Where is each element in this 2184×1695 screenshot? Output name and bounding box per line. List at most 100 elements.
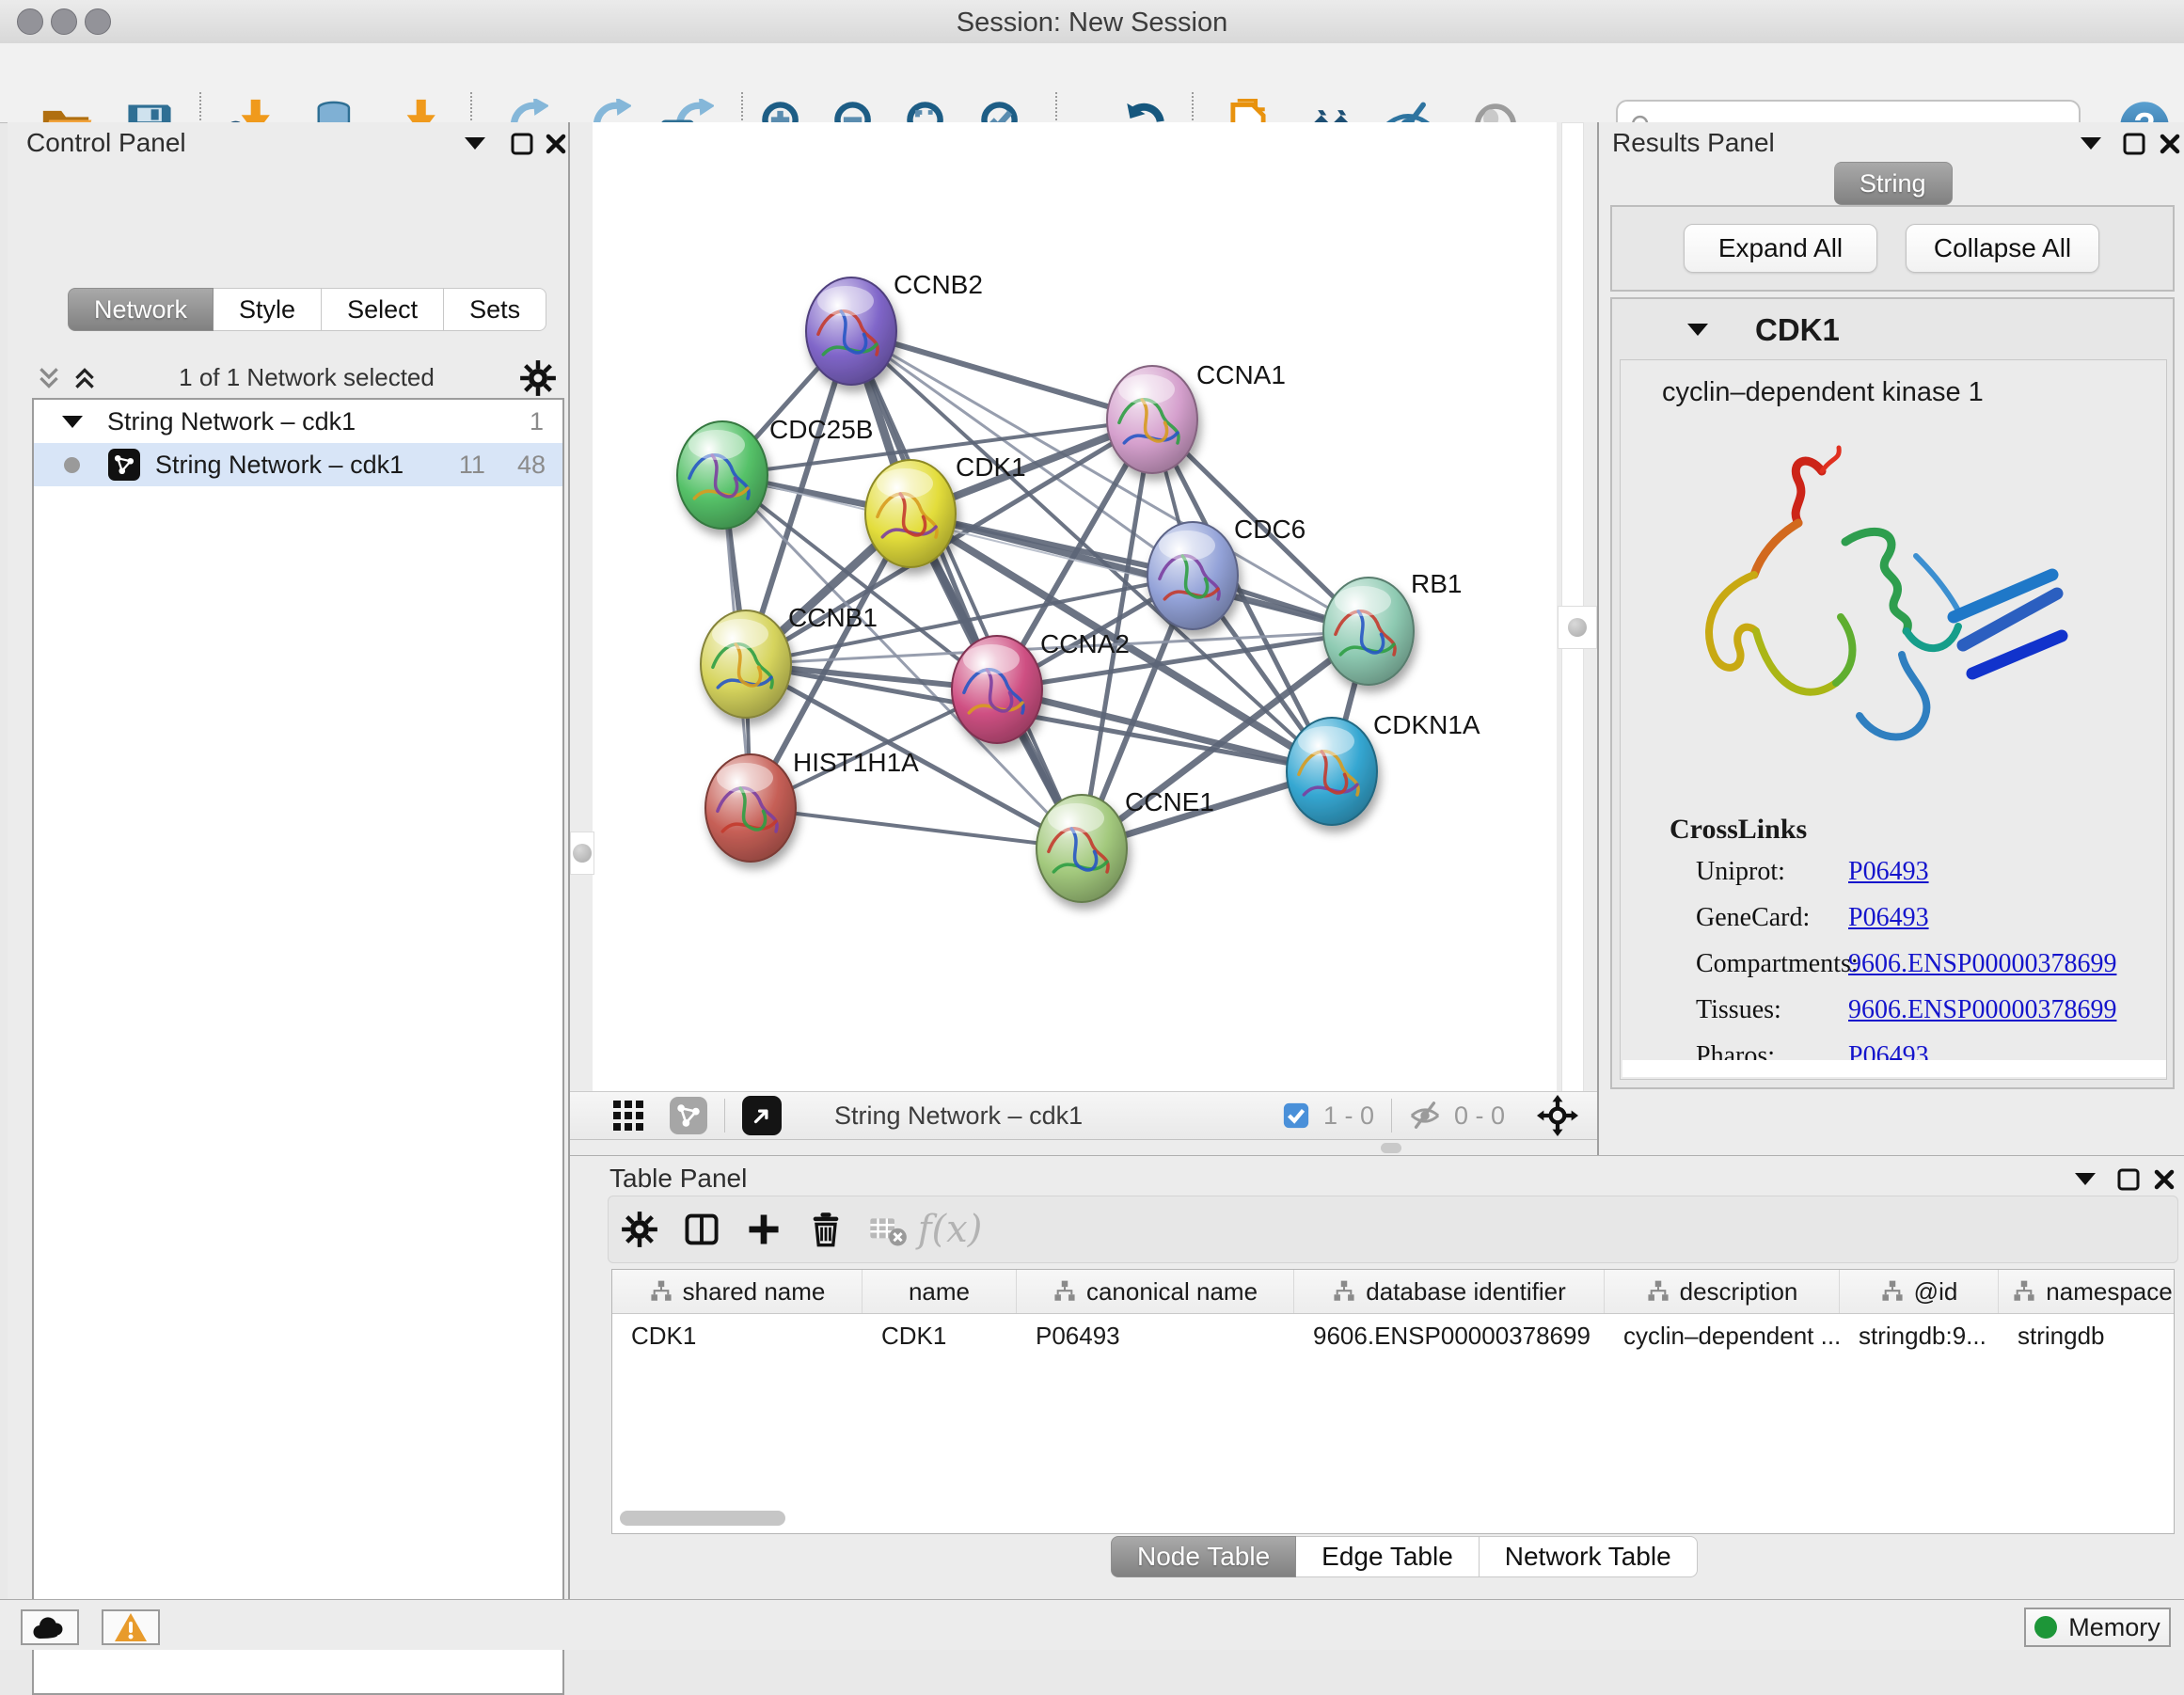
- crosslink-link[interactable]: 9606.ENSP00000378699: [1848, 995, 2116, 1025]
- node-RB1[interactable]: RB1: [1323, 569, 1462, 685]
- network-type-icon: [108, 449, 140, 481]
- protein-collapse-icon[interactable]: [1687, 324, 1708, 341]
- table-header-row: shared namenamecanonical namedatabase id…: [612, 1270, 2174, 1314]
- collapse-all-button[interactable]: Collapse All: [1906, 224, 2099, 273]
- status-bar: Memory: [0, 1599, 2184, 1650]
- crosslink-row: Tissues:9606.ENSP00000378699: [1696, 995, 2147, 1025]
- column-header-description[interactable]: description: [1605, 1270, 1840, 1313]
- network-row-selected[interactable]: String Network – cdk1 11 48: [34, 443, 562, 486]
- control-panel-title: Control Panel: [26, 128, 186, 158]
- panel-float-icon[interactable]: [2116, 1167, 2141, 1192]
- collapse-all-chevron-icon[interactable]: [36, 365, 62, 391]
- tab-select[interactable]: Select: [322, 288, 444, 331]
- tab-string[interactable]: String: [1834, 162, 1953, 205]
- show-columns-icon[interactable]: [671, 1211, 733, 1248]
- column-header-namespace[interactable]: namespace: [1999, 1270, 2175, 1313]
- panel-close-icon[interactable]: [544, 132, 568, 156]
- table-cell: cyclin–dependent ...: [1605, 1322, 1840, 1351]
- network-column-icon: [649, 1279, 673, 1304]
- column-header-database-identifier[interactable]: database identifier: [1294, 1270, 1605, 1313]
- column-header-shared-name[interactable]: shared name: [612, 1270, 863, 1313]
- expand-all-button[interactable]: Expand All: [1684, 224, 1877, 273]
- network-selection-bar: 1 of 1 Network selected: [8, 359, 568, 397]
- tab-edge-table[interactable]: Edge Table: [1296, 1536, 1480, 1577]
- control-panel-tabs: NetworkStyleSelectSets: [68, 288, 546, 331]
- node-label-CCNA1: CCNA1: [1196, 360, 1286, 389]
- crosslink-row: GeneCard:P06493: [1696, 903, 2147, 933]
- hidden-eye-slash-icon[interactable]: [1409, 1100, 1441, 1132]
- table-row[interactable]: CDK1CDK1P064939606.ENSP00000378699cyclin…: [612, 1314, 2174, 1357]
- tab-sets[interactable]: Sets: [444, 288, 546, 331]
- panel-menu-icon[interactable]: [2081, 137, 2101, 154]
- panel-menu-icon[interactable]: [465, 137, 485, 154]
- column-header-canonical-name[interactable]: canonical name: [1017, 1270, 1294, 1313]
- results-hscrollbar[interactable]: [1622, 1060, 2166, 1077]
- control-panel: Control Panel NetworkStyleSelectSets 1 o…: [8, 122, 568, 1599]
- column-header-name[interactable]: name: [863, 1270, 1017, 1313]
- warning-button[interactable]: [102, 1609, 160, 1645]
- node-CCNB2[interactable]: CCNB2: [806, 270, 983, 385]
- table-settings-gear-icon[interactable]: [609, 1211, 671, 1248]
- table-hscrollbar-thumb[interactable]: [620, 1511, 785, 1526]
- panel-float-icon[interactable]: [2122, 132, 2146, 156]
- birds-eye-view-icon[interactable]: [742, 1096, 782, 1135]
- node-CDKN1A[interactable]: CDKN1A: [1287, 710, 1480, 825]
- crosslink-link[interactable]: P06493: [1848, 857, 1929, 887]
- warning-icon: [114, 1612, 148, 1642]
- grid-view-icon[interactable]: [611, 1099, 645, 1133]
- network-view-icon[interactable]: [670, 1097, 707, 1134]
- protein-structure-image: [1681, 434, 2095, 791]
- collection-expand-icon[interactable]: [62, 416, 83, 428]
- tab-style[interactable]: Style: [214, 288, 322, 331]
- node-label-CDKN1A: CDKN1A: [1373, 710, 1480, 739]
- edge-HIST1H1A-CCNE1[interactable]: [751, 808, 1082, 848]
- node-HIST1H1A[interactable]: HIST1H1A: [705, 748, 919, 862]
- node-label-CCNE1: CCNE1: [1125, 787, 1214, 816]
- node-label-CDK1: CDK1: [956, 452, 1026, 482]
- table-cell: CDK1: [612, 1322, 863, 1351]
- crosslink-link[interactable]: P06493: [1848, 903, 1929, 933]
- edge-CCNB2-CCNA1[interactable]: [851, 331, 1152, 420]
- panel-close-icon[interactable]: [2152, 1167, 2176, 1192]
- memory-label: Memory: [2068, 1613, 2160, 1642]
- panel-close-icon[interactable]: [2158, 132, 2182, 156]
- right-splitter-grip[interactable]: [1558, 606, 1597, 649]
- node-CCNE1[interactable]: CCNE1: [1037, 787, 1214, 902]
- panel-menu-icon[interactable]: [2075, 1173, 2096, 1190]
- tab-node-table[interactable]: Node Table: [1111, 1536, 1296, 1577]
- table-cell: P06493: [1017, 1322, 1294, 1351]
- expand-all-chevron-icon[interactable]: [71, 365, 98, 391]
- horizontal-splitter[interactable]: [570, 1140, 1597, 1155]
- add-column-icon[interactable]: [733, 1211, 795, 1248]
- main-toolbar: ?: [0, 43, 2184, 123]
- network-canvas[interactable]: CCNB2CCNA1CDC25BCDK1CDC6RB1CCNB1CCNA2CDK…: [570, 122, 1597, 1091]
- crosslink-link[interactable]: 9606.ENSP00000378699: [1848, 949, 2116, 979]
- crosslink-label: GeneCard:: [1696, 903, 1848, 933]
- network-edge-count: 48: [517, 451, 546, 480]
- node-label-CDC25B: CDC25B: [769, 415, 873, 444]
- network-column-icon: [1880, 1279, 1905, 1304]
- tab-network-table[interactable]: Network Table: [1480, 1536, 1698, 1577]
- node-CDC25B[interactable]: CDC25B: [677, 415, 873, 529]
- cloud-button[interactable]: [21, 1609, 79, 1645]
- column-header--id[interactable]: @id: [1840, 1270, 1999, 1313]
- gear-icon[interactable]: [519, 359, 557, 397]
- protein-result-box: CDK1 cyclin–dependent kinase 1: [1610, 297, 2175, 1089]
- network-node-count: 11: [459, 451, 485, 480]
- network-label: String Network – cdk1: [155, 451, 404, 480]
- memory-status-dot-icon: [2034, 1616, 2057, 1639]
- memory-button[interactable]: Memory: [2024, 1608, 2171, 1647]
- fit-content-crosshair-icon[interactable]: [1537, 1095, 1578, 1136]
- table-toolbar: f(x): [608, 1196, 2178, 1263]
- network-list: String Network – cdk1 1 String Network –…: [32, 398, 564, 1695]
- left-splitter-grip[interactable]: [570, 832, 594, 875]
- node-CCNB1[interactable]: CCNB1: [701, 603, 878, 718]
- node-CCNA1[interactable]: CCNA1: [1107, 360, 1286, 473]
- tab-network[interactable]: Network: [68, 288, 214, 331]
- selected-checkbox-icon[interactable]: [1282, 1101, 1310, 1130]
- panel-float-icon[interactable]: [510, 132, 534, 156]
- delete-column-icon[interactable]: [795, 1211, 857, 1248]
- network-collection-row[interactable]: String Network – cdk1 1: [34, 400, 562, 443]
- network-column-icon: [1646, 1279, 1670, 1304]
- node-label-CCNB1: CCNB1: [788, 603, 878, 632]
